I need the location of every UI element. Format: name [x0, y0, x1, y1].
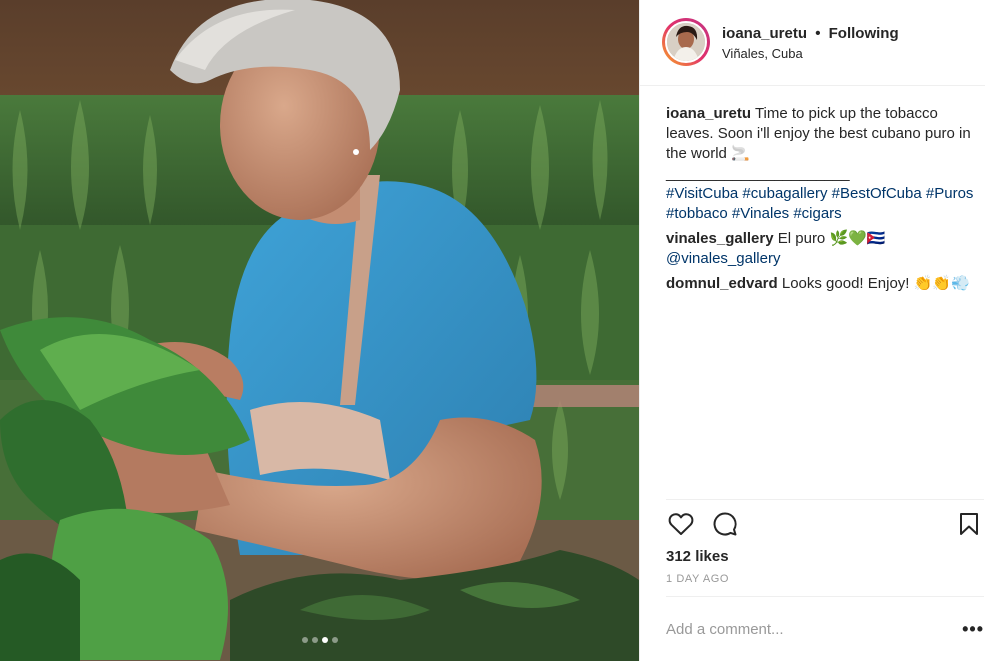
caption-username[interactable]: ioana_uretu	[666, 105, 751, 122]
post-details-panel: ioana_uretu • Following Viñales, Cuba io…	[639, 0, 1004, 661]
header-text: ioana_uretu • Following Viñales, Cuba	[722, 18, 899, 61]
add-comment-bar: •••	[666, 596, 984, 661]
following-button[interactable]: Following	[829, 25, 899, 42]
carousel-dot-active	[321, 637, 328, 643]
comment-item: domnul_edvard Looks good! Enjoy! 👏👏💨	[666, 274, 980, 294]
carousel-dot	[301, 637, 308, 643]
post-header: ioana_uretu • Following Viñales, Cuba	[640, 0, 985, 86]
post-photo[interactable]	[0, 0, 639, 661]
likes-count[interactable]: 312 likes	[666, 548, 984, 565]
carousel-dot	[331, 637, 338, 643]
like-button[interactable]	[666, 509, 696, 539]
avatar[interactable]	[665, 21, 707, 63]
caption-hashtags[interactable]: #VisitCuba #cubagallery #BestOfCuba #Pur…	[666, 185, 973, 222]
action-bar	[666, 500, 984, 548]
caption: ioana_uretu Time to pick up the tobacco …	[666, 104, 980, 224]
author-username[interactable]: ioana_uretu	[722, 25, 807, 42]
comment-username[interactable]: domnul_edvard	[666, 275, 778, 292]
location-link[interactable]: Viñales, Cuba	[722, 46, 899, 61]
heart-icon	[668, 513, 694, 535]
post-timestamp[interactable]: 1 DAY AGO	[666, 573, 984, 585]
instagram-post: ioana_uretu • Following Viñales, Cuba io…	[0, 0, 1004, 661]
bookmark-icon	[960, 513, 978, 535]
comments-section: ioana_uretu Time to pick up the tobacco …	[640, 86, 1004, 294]
comment-username[interactable]: vinales_gallery	[666, 230, 774, 247]
comment-button[interactable]	[710, 509, 740, 539]
add-comment-input[interactable]	[666, 620, 955, 638]
comment-text: El puro 🌿💚🇨🇺	[777, 230, 886, 247]
save-button[interactable]	[954, 509, 984, 539]
avatar-story-ring[interactable]	[662, 18, 710, 66]
header-separator: •	[815, 25, 821, 42]
comment-text: Looks good! Enjoy! 👏👏💨	[781, 275, 970, 292]
post-actions-section: 312 likes 1 DAY AGO	[666, 499, 984, 585]
avatar-image	[667, 23, 705, 61]
comment-mention[interactable]: @vinales_gallery	[666, 249, 980, 269]
more-options-button[interactable]: •••	[954, 619, 984, 640]
comment-bubble-icon	[713, 512, 737, 536]
comment-item: vinales_gallery El puro 🌿💚🇨🇺 @vinales_ga…	[666, 229, 980, 269]
carousel-dot	[311, 637, 318, 643]
caption-divider: ______________________	[666, 165, 850, 182]
header-line: ioana_uretu • Following	[722, 25, 899, 43]
carousel-indicator	[0, 637, 639, 643]
tobacco-photo-illustration	[0, 0, 639, 661]
